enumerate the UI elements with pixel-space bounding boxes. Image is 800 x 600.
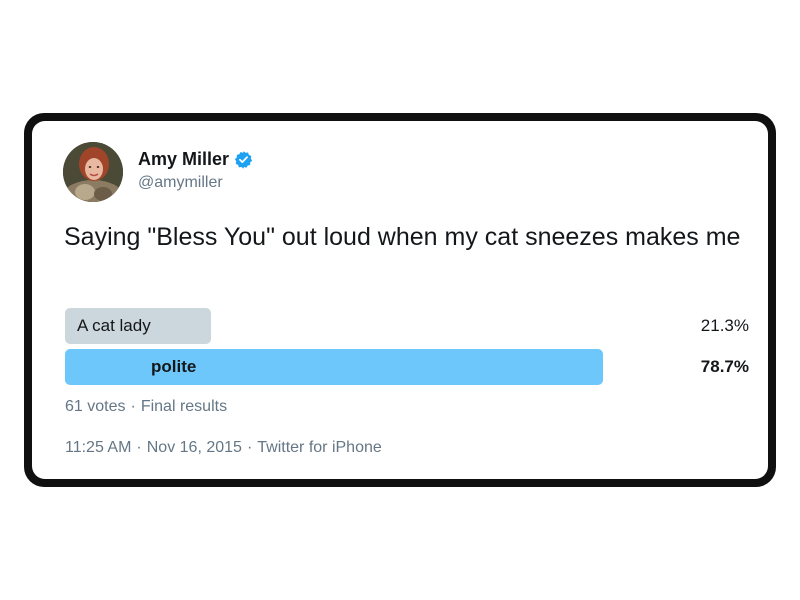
poll-vote-count: 61 votes: [65, 398, 126, 415]
tweet-frame: Amy Miller @amymiller Saying "Bless You"…: [24, 113, 776, 487]
avatar[interactable]: [63, 142, 123, 202]
author-name-row: Amy Miller: [138, 148, 253, 170]
poll-option-label: A cat lady: [77, 316, 151, 335]
tweet-text: Saying "Bless You" out loud when my cat …: [64, 223, 741, 251]
tweet-card[interactable]: Amy Miller @amymiller Saying "Bless You"…: [32, 121, 768, 479]
verified-badge-icon: [234, 150, 253, 169]
poll-option: A cat lady 21.3%: [65, 308, 749, 344]
separator: ·: [130, 398, 136, 415]
separator: ·: [136, 439, 142, 456]
poll-option-winner: polite 78.7%: [65, 349, 749, 385]
poll-status: Final results: [140, 398, 228, 415]
poll-option-percent: 21.3%: [700, 316, 749, 335]
tweet-source[interactable]: Twitter for iPhone: [257, 439, 382, 456]
poll-option-bar: [65, 349, 603, 385]
avatar-image: [63, 142, 123, 202]
author-display-name[interactable]: Amy Miller: [138, 148, 229, 170]
tweet-date[interactable]: Nov 16, 2015: [147, 439, 242, 456]
poll-meta: 61 votes · Final results: [65, 397, 227, 417]
poll-option-percent: 78.7%: [700, 357, 749, 376]
separator: ·: [246, 439, 253, 456]
tweet-timestamp: 11:25 AM · Nov 16, 2015 · Twitter for iPhone: [65, 438, 382, 458]
author-handle[interactable]: @amymiller: [138, 173, 223, 193]
poll-option-label: polite: [151, 357, 197, 376]
tweet-time[interactable]: 11:25 AM: [65, 439, 131, 456]
